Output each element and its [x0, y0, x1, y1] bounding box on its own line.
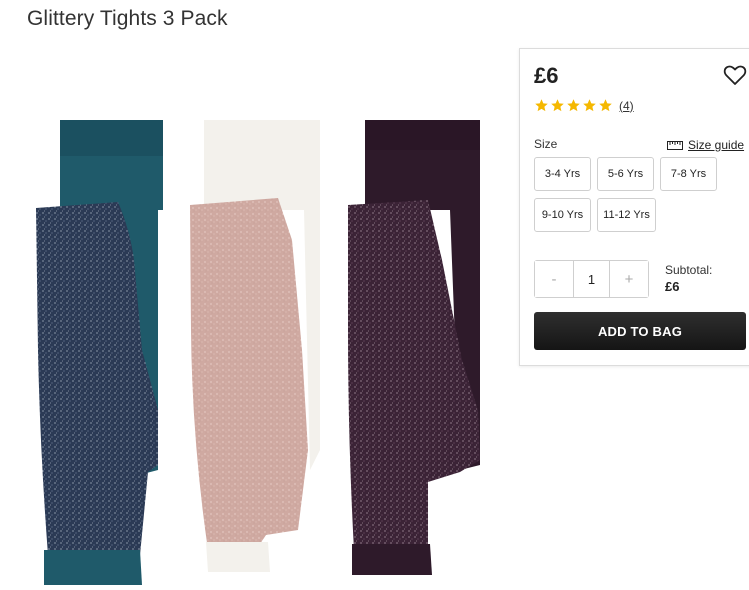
- tights-pink: [190, 120, 320, 572]
- product-image: [36, 120, 480, 585]
- add-to-bag-button[interactable]: ADD TO BAG: [534, 312, 746, 350]
- quantity-increase-button[interactable]: +: [610, 261, 648, 297]
- review-count-link[interactable]: (4): [619, 99, 634, 113]
- size-label: Size: [534, 137, 558, 151]
- rating: (4): [534, 98, 634, 113]
- size-option-9-10[interactable]: 9-10 Yrs: [534, 198, 591, 232]
- product-title: Glittery Tights 3 Pack: [27, 7, 228, 30]
- subtotal-value: £6: [665, 279, 680, 294]
- size-guide-label: Size guide: [688, 138, 745, 152]
- star-icon: [535, 99, 548, 112]
- tights-blue: [36, 120, 163, 585]
- size-option-5-6[interactable]: 5-6 Yrs: [597, 157, 654, 191]
- star-icon: [551, 99, 564, 112]
- product-purchase-panel: £6 (4) Size Size guide 3-4 Yrs 5-6 Yrs 7…: [519, 48, 749, 366]
- quantity-stepper: - +: [534, 260, 649, 298]
- star-rating: [534, 98, 613, 113]
- size-option-7-8[interactable]: 7-8 Yrs: [660, 157, 717, 191]
- size-option-11-12[interactable]: 11-12 Yrs: [597, 198, 656, 232]
- quantity-decrease-button[interactable]: -: [535, 261, 573, 297]
- price: £6: [534, 63, 559, 88]
- star-icon: [567, 99, 580, 112]
- size-guide-link[interactable]: Size guide: [667, 138, 744, 152]
- tights-plum: [348, 120, 480, 575]
- quantity-input[interactable]: [573, 261, 610, 297]
- star-icon: [583, 99, 596, 112]
- subtotal-label: Subtotal:: [665, 263, 713, 277]
- ruler-icon: [667, 140, 683, 150]
- star-icon: [599, 99, 612, 112]
- size-option-3-4[interactable]: 3-4 Yrs: [534, 157, 591, 191]
- heart-icon[interactable]: [723, 64, 747, 86]
